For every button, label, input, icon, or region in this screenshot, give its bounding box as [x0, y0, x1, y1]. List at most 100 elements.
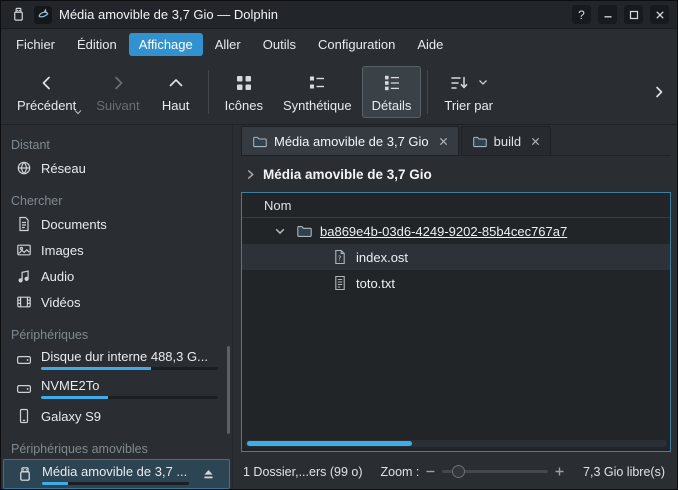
details-view-icon: [382, 73, 402, 93]
breadcrumb-current[interactable]: Média amovible de 3,7 Gio: [263, 167, 432, 182]
icons-view-button[interactable]: Icônes: [215, 66, 273, 118]
file-name[interactable]: index.ost: [356, 250, 408, 265]
place-galaxy-s9[interactable]: Galaxy S9: [1, 403, 232, 429]
menubar: Fichier Édition Affichage Aller Outils C…: [1, 29, 677, 59]
back-button[interactable]: Précédent: [7, 66, 86, 118]
place-images[interactable]: Images: [1, 237, 232, 263]
main-toolbar: Précédent Suivant Haut Icônes: [1, 59, 677, 125]
forward-label: Suivant: [96, 98, 139, 113]
zoom-slider[interactable]: [442, 463, 548, 480]
free-space-text: 7,3 Gio libre(s): [583, 465, 669, 479]
usb-drive-icon: [16, 466, 33, 482]
section-header-distant: Distant: [1, 133, 232, 155]
toolbar-overflow-button[interactable]: [647, 72, 671, 112]
horizontal-scrollbar-thumb[interactable]: [247, 441, 412, 446]
dolphin-window: Média amovible de 3,7 Gio — Dolphin ? Fi…: [0, 0, 678, 490]
maximize-button[interactable]: [624, 5, 643, 24]
section-header-peripheriques: Périphériques: [1, 323, 232, 345]
tab-media-amovible[interactable]: Média amovible de 3,7 Gio: [241, 126, 459, 155]
file-view[interactable]: Nom ba869e4b-03d6-4249-9202-85b4cec767a7…: [241, 192, 671, 452]
back-label: Précédent: [17, 98, 76, 113]
place-label: Images: [41, 243, 84, 258]
place-label: Réseau: [41, 161, 86, 176]
place-nvme2to[interactable]: NVME2To: [1, 374, 232, 403]
place-videos[interactable]: Vidéos: [1, 289, 232, 315]
place-reseau[interactable]: Réseau: [1, 155, 232, 181]
file-row-index-ost[interactable]: ? index.ost: [242, 244, 670, 270]
details-view-label: Détails: [372, 98, 412, 113]
places-scrollbar[interactable]: [227, 346, 230, 434]
help-glyph: ?: [578, 8, 585, 22]
place-media-amovible[interactable]: Média amovible de 3,7 ...: [3, 459, 230, 489]
up-button[interactable]: Haut: [150, 66, 202, 118]
section-header-chercher: Chercher: [1, 189, 232, 211]
icons-view-icon: [234, 73, 254, 93]
menu-fichier[interactable]: Fichier: [6, 33, 65, 56]
place-documents[interactable]: Documents: [1, 211, 232, 237]
folder-icon: [296, 223, 312, 239]
toolbar-separator: [427, 70, 428, 114]
window-title: Média amovible de 3,7 Gio — Dolphin: [59, 7, 565, 22]
zoom-in-icon[interactable]: [554, 466, 565, 477]
place-disque-dur-interne[interactable]: Disque dur interne 488,3 G...: [1, 345, 232, 374]
minimize-button[interactable]: [598, 5, 617, 24]
places-panel: Distant Réseau Chercher Documents Images: [1, 125, 233, 489]
zoom-slider-handle[interactable]: [452, 465, 465, 478]
compact-view-icon: [307, 73, 327, 93]
dolphin-app-icon: [34, 6, 52, 24]
disk-usage-bar: [41, 367, 218, 370]
menu-configuration[interactable]: Configuration: [308, 33, 405, 56]
file-name[interactable]: ba869e4b-03d6-4249-9202-85b4cec767a7: [320, 224, 567, 239]
tab-close-icon[interactable]: [439, 137, 448, 146]
breadcrumb-chevron-icon[interactable]: [245, 169, 256, 180]
menu-aide[interactable]: Aide: [407, 33, 453, 56]
expander-down-icon[interactable]: [272, 228, 288, 235]
column-header-nom[interactable]: Nom: [242, 193, 670, 218]
text-file-icon: [332, 275, 348, 291]
tab-close-icon[interactable]: [531, 137, 540, 146]
file-name[interactable]: toto.txt: [356, 276, 395, 291]
disk-usage-bar: [41, 396, 218, 399]
phone-icon: [15, 408, 32, 424]
video-icon: [15, 294, 32, 310]
zoom-label: Zoom :: [381, 465, 420, 479]
place-label: Galaxy S9: [41, 409, 101, 424]
menu-aller[interactable]: Aller: [205, 33, 251, 56]
menu-affichage[interactable]: Affichage: [129, 33, 203, 56]
horizontal-scrollbar[interactable]: [245, 440, 667, 447]
chevron-up-icon: [166, 73, 186, 93]
sort-by-label: Trier par: [444, 98, 493, 113]
window-body: Distant Réseau Chercher Documents Images: [1, 125, 677, 489]
file-row-folder[interactable]: ba869e4b-03d6-4249-9202-85b4cec767a7: [242, 218, 670, 244]
place-audio[interactable]: Audio: [1, 263, 232, 289]
help-button[interactable]: ?: [572, 5, 591, 24]
svg-text:?: ?: [338, 255, 342, 263]
place-label: Vidéos: [41, 295, 81, 310]
zoom-out-icon[interactable]: [425, 466, 436, 477]
unknown-file-icon: ?: [332, 249, 348, 265]
eject-icon[interactable]: [202, 468, 215, 481]
tab-build[interactable]: build: [461, 126, 551, 155]
forward-button[interactable]: Suivant: [86, 66, 149, 118]
place-label: Média amovible de 3,7 ...: [42, 464, 189, 479]
details-view-button[interactable]: Détails: [362, 66, 422, 118]
main-area: Média amovible de 3,7 Gio build: [233, 125, 677, 489]
image-icon: [15, 242, 32, 258]
section-header-peripheriques-amovibles: Périphériques amovibles: [1, 437, 232, 459]
icons-view-label: Icônes: [225, 98, 263, 113]
usb-drive-window-icon: [9, 6, 27, 24]
close-button[interactable]: [650, 5, 669, 24]
menu-outils[interactable]: Outils: [253, 33, 306, 56]
up-label: Haut: [162, 98, 189, 113]
sort-by-button[interactable]: Trier par: [434, 66, 503, 118]
menu-edition[interactable]: Édition: [67, 33, 127, 56]
titlebar[interactable]: Média amovible de 3,7 Gio — Dolphin ?: [1, 1, 677, 29]
place-label: NVME2To: [41, 378, 218, 393]
place-label: Disque dur interne 488,3 G...: [41, 349, 218, 364]
chevron-right-icon: [108, 73, 128, 93]
hard-drive-icon: [15, 352, 32, 368]
file-row-toto-txt[interactable]: toto.txt: [242, 270, 670, 296]
compact-view-button[interactable]: Synthétique: [273, 66, 362, 118]
folder-icon: [472, 134, 487, 149]
disk-usage-bar: [42, 482, 189, 485]
